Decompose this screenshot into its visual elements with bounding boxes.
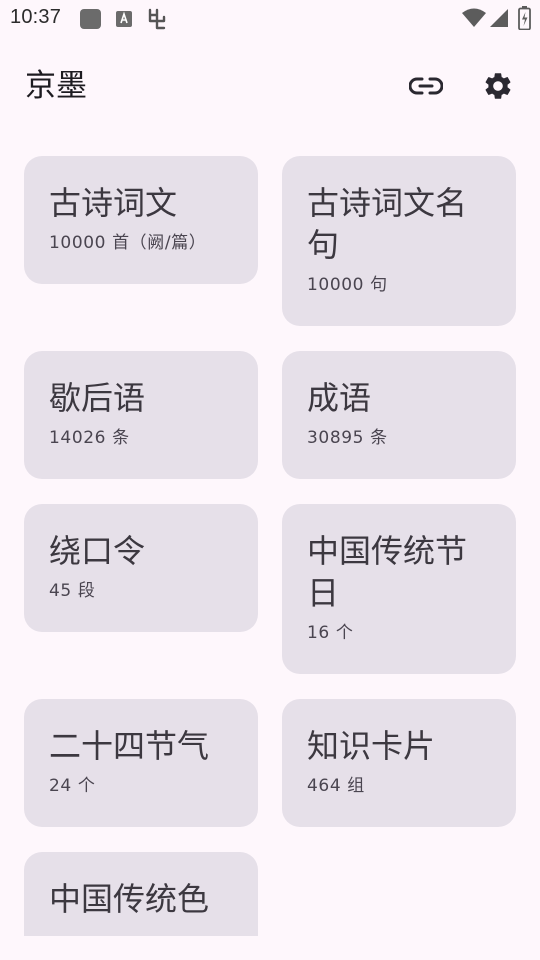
card-title: 古诗词文名句 <box>307 184 468 264</box>
card-traditional-festivals[interactable]: 中国传统节日 16 个 <box>282 504 516 674</box>
app-title: 京墨 <box>25 68 87 104</box>
status-time: 10:37 <box>10 6 62 28</box>
card-title: 中国传统色 <box>49 880 210 918</box>
card-count: 45 段 <box>49 581 96 601</box>
card-count: 10000 首（阙/篇） <box>49 233 207 253</box>
card-classical-poetry[interactable]: 古诗词文 10000 首（阙/篇） <box>24 156 258 284</box>
card-traditional-colors[interactable]: 中国传统色 <box>24 852 258 936</box>
card-title: 成语 <box>307 379 372 417</box>
debug-notification-icon <box>148 8 166 30</box>
card-title: 古诗词文 <box>49 184 178 222</box>
card-count: 10000 句 <box>307 275 388 295</box>
wifi-icon <box>462 8 486 27</box>
card-count: 30895 条 <box>307 428 388 448</box>
card-xiehouyu[interactable]: 歇后语 14026 条 <box>24 351 258 479</box>
app-notification-icon <box>80 9 101 29</box>
card-title: 中国传统节日 <box>307 532 468 612</box>
card-tongue-twisters[interactable]: 绕口令 45 段 <box>24 504 258 632</box>
card-knowledge-cards[interactable]: 知识卡片 464 组 <box>282 699 516 827</box>
keyboard-notification-icon <box>116 11 132 27</box>
card-title: 二十四节气 <box>49 727 210 765</box>
gear-icon <box>485 73 511 99</box>
card-title: 知识卡片 <box>307 727 436 765</box>
card-title: 歇后语 <box>49 379 146 417</box>
card-count: 24 个 <box>49 776 96 796</box>
card-count: 14026 条 <box>49 428 130 448</box>
card-famous-quotes[interactable]: 古诗词文名句 10000 句 <box>282 156 516 326</box>
settings-button[interactable] <box>474 62 522 110</box>
status-bar: 10:37 <box>0 0 540 36</box>
link-icon <box>409 77 443 95</box>
card-count: 16 个 <box>307 623 354 643</box>
card-count: 464 组 <box>307 776 365 796</box>
card-idioms[interactable]: 成语 30895 条 <box>282 351 516 479</box>
link-button[interactable] <box>402 62 450 110</box>
cellular-signal-icon <box>490 9 508 27</box>
card-solar-terms[interactable]: 二十四节气 24 个 <box>24 699 258 827</box>
card-title: 绕口令 <box>49 532 146 570</box>
category-grid[interactable]: 古诗词文 10000 首（阙/篇） 古诗词文名句 10000 句 歇后语 140… <box>0 134 540 936</box>
battery-icon <box>518 6 531 30</box>
